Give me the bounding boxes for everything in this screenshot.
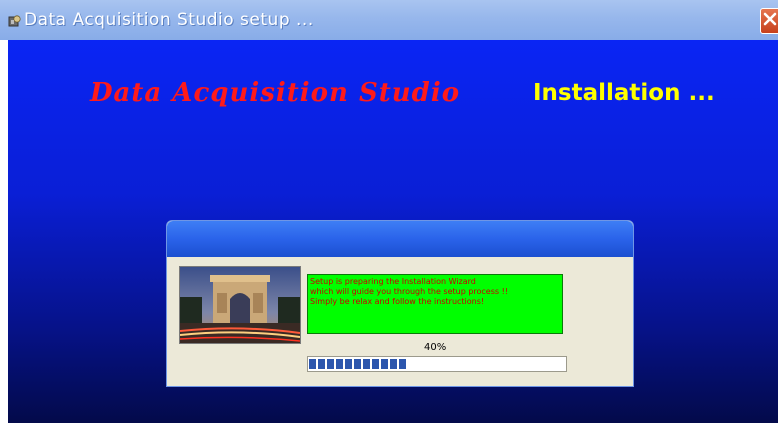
message-line: which will guide you through the setup p… xyxy=(310,287,509,296)
panel-header xyxy=(167,221,633,257)
progress-percent: 40% xyxy=(424,342,447,353)
setup-app-icon xyxy=(8,13,22,27)
close-button[interactable] xyxy=(760,8,778,34)
title-bar[interactable]: Data Acquisition Studio setup ... xyxy=(0,0,778,40)
arc-de-triomphe-photo xyxy=(179,266,301,344)
close-icon xyxy=(763,12,777,26)
progress-block xyxy=(309,359,316,369)
progress-block xyxy=(354,359,361,369)
progress-block xyxy=(318,359,325,369)
progress-block xyxy=(372,359,379,369)
progress-bar xyxy=(307,356,567,372)
setup-content: Data Acquisition Studio Installation ... xyxy=(8,40,778,423)
message-line: Simply be relax and follow the instructi… xyxy=(310,297,485,306)
progress-fill xyxy=(309,359,408,369)
progress-block xyxy=(336,359,343,369)
progress-block xyxy=(381,359,388,369)
setup-message: Setup is preparing the Installation Wiza… xyxy=(307,274,563,334)
progress-block xyxy=(399,359,406,369)
progress-block xyxy=(390,359,397,369)
progress-block xyxy=(345,359,352,369)
window-title: Data Acquisition Studio setup ... xyxy=(24,10,314,30)
progress-block xyxy=(327,359,334,369)
panel-body: Setup is preparing the Installation Wiza… xyxy=(169,259,631,384)
brand-title: Data Acquisition Studio xyxy=(90,78,461,108)
installation-status: Installation ... xyxy=(533,80,715,106)
progress-panel: Setup is preparing the Installation Wiza… xyxy=(166,220,634,387)
progress-block xyxy=(363,359,370,369)
setup-window: Data Acquisition Studio setup ... Data A… xyxy=(0,0,778,423)
message-line: Setup is preparing the Installation Wiza… xyxy=(310,277,476,286)
